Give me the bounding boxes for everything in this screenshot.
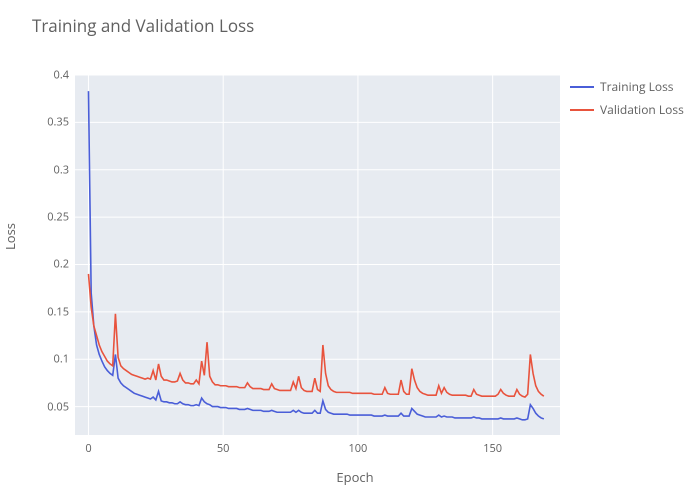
series-layer <box>75 75 560 435</box>
x-tick-label: 150 <box>483 441 502 456</box>
y-tick-label: 0.2 <box>29 257 69 272</box>
x-axis-label: Epoch <box>75 468 635 486</box>
y-axis-label: Loss <box>1 223 19 250</box>
chart-container: Training and Validation Loss Loss 0.050.… <box>0 0 700 500</box>
chart-title: Training and Validation Loss <box>32 14 254 37</box>
x-tick-label: 100 <box>348 441 367 456</box>
x-tick-label: 0 <box>85 441 91 456</box>
legend: Training Loss Validation Loss <box>570 78 684 124</box>
y-tick-label: 0.4 <box>29 68 69 83</box>
y-tick-label: 0.25 <box>29 210 69 225</box>
y-tick-label: 0.35 <box>29 115 69 130</box>
x-tick-label: 50 <box>217 441 230 456</box>
series-validation-loss <box>88 274 543 397</box>
legend-swatch <box>570 109 594 111</box>
legend-item-validation: Validation Loss <box>570 101 684 118</box>
legend-label: Validation Loss <box>600 101 684 118</box>
y-tick-label: 0.1 <box>29 352 69 367</box>
y-tick-label: 0.3 <box>29 162 69 177</box>
legend-item-training: Training Loss <box>570 78 684 95</box>
y-tick-label: 0.15 <box>29 304 69 319</box>
plot-area: 0.050.10.150.20.250.30.350.4 050100150 <box>75 75 560 435</box>
y-tick-label: 0.05 <box>29 399 69 414</box>
legend-label: Training Loss <box>600 78 674 95</box>
legend-swatch <box>570 86 594 88</box>
